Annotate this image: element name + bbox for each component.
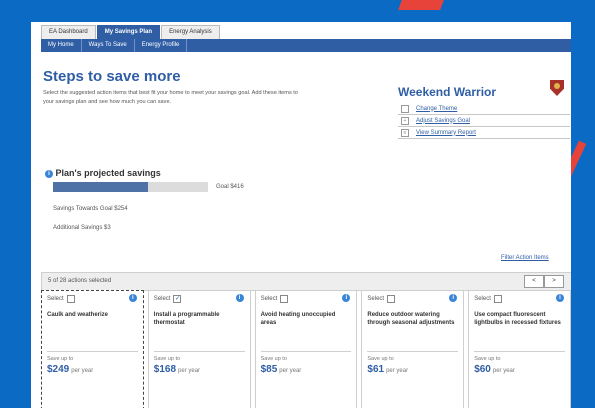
select-control[interactable]: Select (47, 295, 75, 303)
weekend-warrior-links: Change Theme + Adjust Savings Goal ≡ Vie… (398, 103, 570, 139)
pager: < > (524, 275, 564, 288)
additional-savings: Additional Savings $3 (53, 225, 111, 231)
save-up-to-label: Save up to (260, 356, 287, 362)
report-icon: ≡ (401, 128, 409, 137)
subnav-energy-profile[interactable]: Energy Profile (135, 39, 188, 52)
savings-amount: $168 (153, 364, 177, 375)
action-card: Select ✓ i Install a programmable thermos… (147, 290, 251, 408)
savings-amount-row: $168 per year (154, 364, 200, 375)
goal-icon: + (401, 116, 409, 125)
action-cards: Select i Caulk and weatherize Save up to… (41, 290, 571, 408)
divider (47, 351, 138, 352)
save-up-to-label: Save up to (153, 356, 181, 362)
info-icon[interactable]: i (235, 294, 244, 302)
weekend-warrior-box: Weekend Warrior Change Theme + Adjust Sa… (398, 80, 570, 139)
select-control[interactable]: Select (474, 295, 502, 303)
save-up-to-label: Save up to (367, 356, 394, 362)
adjust-savings-goal-link[interactable]: Adjust Savings Goal (416, 118, 470, 124)
savings-progress-fill (53, 182, 148, 192)
subnav-ways-to-save[interactable]: Ways To Save (82, 39, 135, 52)
prev-page-button[interactable]: < (524, 275, 544, 288)
savings-progress-bar (53, 182, 208, 192)
action-title: Install a programmable thermostat (153, 312, 220, 326)
save-up-to-label: Save up to (47, 356, 74, 362)
select-label: Select (153, 296, 171, 302)
sub-navigation: My Home Ways To Save Energy Profile (41, 39, 571, 52)
view-summary-report-link[interactable]: View Summary Report (416, 130, 476, 136)
action-card: Select i Use compact fluorescent lightbu… (468, 290, 571, 408)
per-year-label: per year (492, 368, 515, 374)
divider (260, 351, 352, 352)
select-control[interactable]: Select ✓ (154, 295, 182, 303)
action-card: Select i Avoid heating unoccupied areas … (254, 290, 358, 408)
actions-selected-count: 5 of 28 actions selected (48, 278, 112, 284)
select-checkbox[interactable] (66, 295, 75, 303)
actions-toolbar: 5 of 28 actions selected < > (41, 272, 571, 291)
select-checkbox[interactable] (493, 295, 502, 303)
savings-amount: $85 (260, 364, 278, 375)
adjust-goal-row: + Adjust Savings Goal (398, 115, 570, 127)
per-year-label: per year (71, 368, 94, 374)
next-page-button[interactable]: > (544, 275, 564, 288)
action-card: Select i Caulk and weatherize Save up to… (41, 290, 144, 408)
select-checkbox[interactable] (280, 295, 289, 303)
select-label: Select (260, 296, 278, 302)
action-title: Caulk and weatherize (47, 312, 109, 318)
info-icon[interactable]: i (45, 169, 53, 178)
select-control[interactable]: Select (367, 295, 396, 303)
page-intro: Select the suggested action items that b… (43, 90, 298, 105)
summary-report-row: ≡ View Summary Report (398, 127, 570, 139)
app-panel: EA Dashboard My Savings Plan Energy Anal… (31, 22, 571, 408)
savings-amount-row: $85 per year (261, 364, 302, 375)
savings-amount: $60 (474, 364, 491, 375)
tab-energy-analysis[interactable]: Energy Analysis (161, 25, 220, 40)
action-title: Avoid heating unoccupied areas (260, 312, 336, 326)
select-label: Select (474, 296, 491, 302)
per-year-label: per year (386, 368, 409, 374)
select-control[interactable]: Select (261, 295, 289, 303)
action-card: Select i Reduce outdoor watering through… (361, 290, 465, 408)
info-icon[interactable]: i (342, 294, 351, 302)
plan-title-text: Plan's projected savings (55, 168, 161, 178)
plan-section-title: i Plan's projected savings (45, 168, 161, 178)
savings-goal: Goal $416 (216, 184, 244, 190)
select-checkbox[interactable] (387, 295, 396, 303)
divider (474, 351, 565, 352)
weekend-warrior-title: Weekend Warrior (398, 85, 497, 99)
divider (153, 351, 245, 352)
change-theme-row: Change Theme (398, 103, 570, 115)
savings-amount-row: $61 per year (367, 364, 408, 375)
info-icon[interactable]: i (128, 294, 137, 302)
tab-my-savings-plan[interactable]: My Savings Plan (96, 25, 161, 40)
change-theme-link[interactable]: Change Theme (416, 106, 457, 112)
filter-action-items-link[interactable]: Filter Action Items (501, 255, 549, 261)
divider (367, 351, 459, 352)
select-label: Select (367, 296, 385, 302)
savings-toward-goal: Savings Towards Goal $254 (53, 206, 128, 212)
info-icon[interactable]: i (555, 294, 564, 302)
action-title: Use compact fluorescent lightbulbs in re… (474, 312, 561, 326)
theme-icon (401, 104, 409, 113)
per-year-label: per year (279, 368, 302, 374)
decorative-red-stripe-top (398, 0, 444, 10)
tab-ea-dashboard[interactable]: EA Dashboard (41, 25, 96, 40)
top-tabs: EA Dashboard My Savings Plan Energy Anal… (41, 25, 221, 40)
savings-amount-row: $249 per year (47, 364, 93, 375)
subnav-my-home[interactable]: My Home (41, 39, 82, 52)
page-title: Steps to save more (43, 68, 181, 85)
savings-amount: $61 (367, 364, 385, 375)
save-up-to-label: Save up to (474, 356, 501, 362)
select-label: Select (47, 296, 64, 302)
savings-amount-row: $60 per year (474, 364, 515, 375)
savings-amount: $249 (47, 364, 70, 375)
select-checkbox[interactable]: ✓ (173, 295, 182, 303)
info-icon[interactable]: i (449, 294, 458, 302)
action-title: Reduce outdoor watering through seasonal… (367, 312, 455, 326)
per-year-label: per year (178, 368, 201, 374)
